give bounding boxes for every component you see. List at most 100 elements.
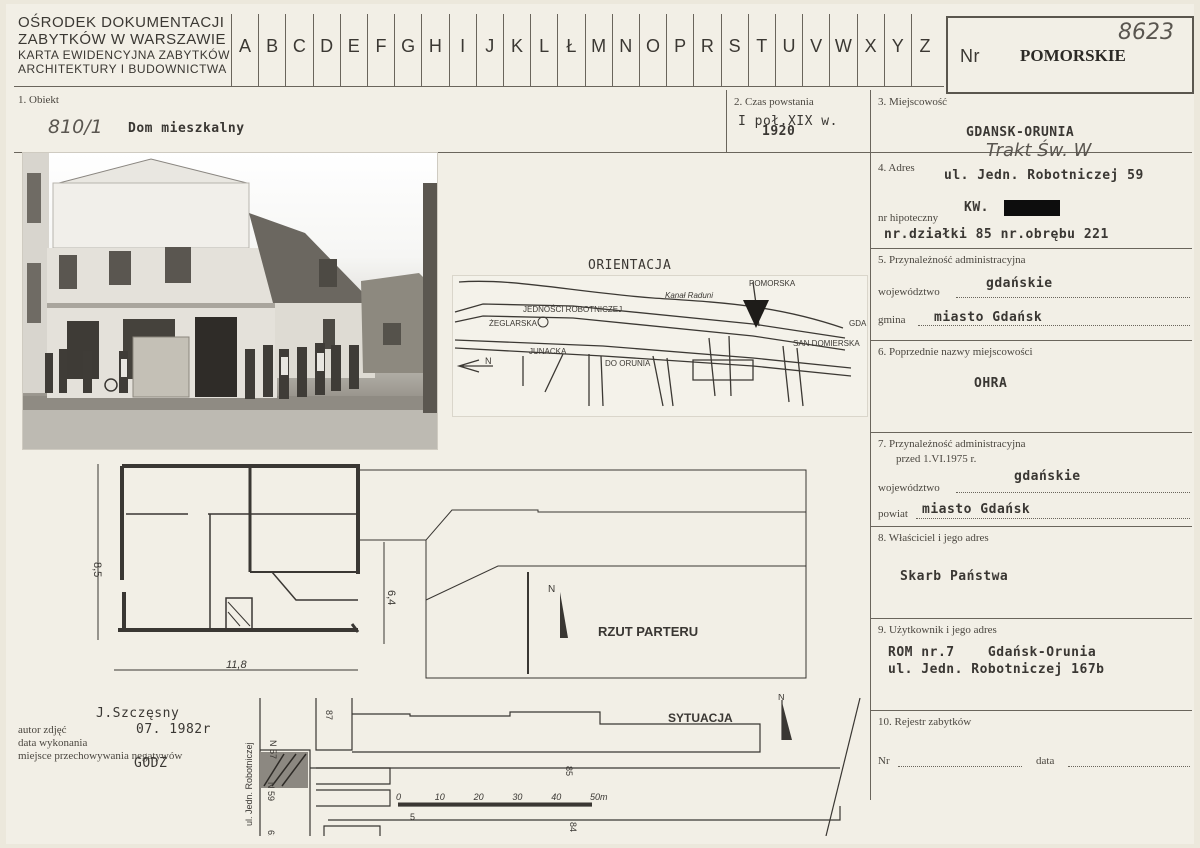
index-letter-24: Y — [891, 36, 904, 56]
index-letter-divider — [448, 14, 450, 86]
parcel-84: 84 — [568, 822, 578, 832]
wlasciciel-label: 8. Właściciel i jego adres — [878, 532, 989, 544]
index-letter-divider — [911, 14, 912, 86]
plan-title: RZUT PARTERU — [598, 624, 698, 639]
index-letter-divider — [312, 14, 314, 86]
wojewodztwo-value: gdańskie — [986, 276, 1053, 291]
poprzednie-label: 6. Poprzednie nazwy miejscowości — [878, 346, 1033, 358]
date-label: data wykonania — [18, 737, 88, 749]
index-letter-15: O — [645, 36, 660, 56]
index-letter-divider — [693, 14, 695, 86]
situation-plan-drawing: ul. Jedn. Robotniczej N 57 N 59 61 87 85… — [244, 692, 861, 840]
uzytkownik-line-1: ROM nr.7 Gdańsk-Orunia — [888, 645, 1097, 660]
index-letter-divider — [720, 14, 722, 86]
index-letter-21: V — [810, 36, 823, 56]
dzialka-value: nr.działki 85 nr.obrębu 221 — [884, 227, 1109, 242]
scale-tick-label: 10 — [435, 792, 445, 802]
index-letter-19: T — [756, 36, 768, 56]
map-street-sandomierska: SAN DOMIERSKA — [793, 339, 860, 348]
index-letter-12: Ł — [566, 36, 577, 56]
author-value: J.Szczęsny — [96, 706, 180, 721]
index-letter-23: X — [864, 36, 877, 56]
index-letter-3: D — [320, 36, 334, 56]
index-letter-25: Z — [919, 36, 931, 56]
card-number: 8623 — [1118, 20, 1174, 45]
miejscowosc-value: GDANSK-ORUNIA — [966, 125, 1075, 140]
rejestr-label: 10. Rejestr zabytków — [878, 716, 972, 728]
map-street-zeglarska: ŻEGLARSKA — [489, 319, 538, 328]
index-letter-10: K — [510, 36, 523, 56]
scale-tick-label: 30 — [512, 792, 522, 802]
przed-wojewodztwo-label: województwo — [878, 482, 940, 494]
plan-dim-width: 11,8 — [226, 659, 247, 671]
map-street-kanal: Kanał Raduni — [665, 291, 713, 300]
index-letter-9: J — [485, 36, 495, 56]
uzytkownik-label: 9. Użytkownik i jego adres — [878, 624, 997, 636]
institution-block: OŚRODEK DOKUMENTACJI ZABYTKÓW W WARSZAWI… — [18, 14, 230, 76]
parcel-59: N 59 — [266, 782, 276, 801]
wlasciciel-value: Skarb Państwa — [900, 569, 1009, 584]
situation-north: N — [778, 694, 785, 702]
przynaleznosc-label: 5. Przynależność administracyjna — [878, 254, 1026, 266]
index-letter-divider — [339, 14, 341, 86]
index-letter-divider — [475, 14, 477, 86]
index-letter-divider — [639, 14, 640, 86]
rejestr-data-label: data — [1036, 755, 1055, 767]
scale-tick-label: 20 — [473, 792, 484, 802]
place-value: GODZ — [134, 756, 168, 771]
map-title: ORIENTACJA — [588, 258, 672, 273]
index-letter-divider — [530, 14, 532, 86]
map-street-jednosci: JEDNOŚCI ROBOTNICZEJ — [523, 305, 622, 314]
index-letter-divider — [666, 14, 668, 86]
situation-title: SYTUACJA — [668, 711, 733, 725]
index-letter-7: H — [428, 36, 442, 56]
index-letter-8: I — [460, 36, 466, 56]
kw-label: KW. — [964, 200, 989, 215]
przed-wojewodztwo-value: gdańskie — [1014, 469, 1081, 484]
building-photo-drawing — [23, 153, 437, 449]
index-letter-divider — [367, 14, 368, 86]
map-street-orunia: DO ORUNIA — [605, 359, 651, 368]
institution-line-1: OŚRODEK DOKUMENTACJI — [18, 14, 225, 31]
poprzednie-value: OHRA — [974, 376, 1008, 391]
parcel-5: 5 — [410, 812, 415, 822]
index-letter-11: L — [539, 36, 550, 56]
author-label: autor zdjęć — [18, 724, 67, 736]
index-letter-1: B — [266, 36, 279, 56]
index-letter-divider — [231, 14, 232, 86]
index-letter-divider — [285, 14, 287, 86]
index-letter-5: F — [375, 36, 387, 56]
plan-dim-height: 8,5 — [91, 562, 103, 577]
region-box: Nr POMORSKIE 8623 — [946, 16, 1194, 94]
rejestr-nr-label: Nr — [878, 755, 890, 767]
map-street-junacka: JUNACKA — [529, 347, 567, 356]
index-letter-divider — [584, 14, 586, 86]
index-letter-divider — [802, 14, 804, 86]
powiat-value: miasto Gdańsk — [922, 502, 1031, 517]
wojewodztwo-label: województwo — [878, 286, 940, 298]
adres-label: 4. Adres — [878, 162, 915, 174]
adres-street: ul. Jedn. Robotniczej 59 — [944, 168, 1144, 183]
orientation-map-drawing: JEDNOŚCI ROBOTNICZEJ Kanał Raduni POMORS… — [454, 279, 883, 407]
index-letter-divider — [829, 14, 831, 86]
institution-line-4: ARCHITEKTURY I BUDOWNICTWA — [18, 62, 227, 76]
parcel-85: 85 — [564, 766, 574, 776]
index-letter-divider — [775, 14, 776, 86]
index-letter-20: U — [782, 36, 796, 56]
index-letter-divider — [503, 14, 504, 86]
scale-tick-label: 0 — [396, 792, 401, 802]
orientation-map: JEDNOŚCI ROBOTNICZEJ Kanał Raduni POMORS… — [452, 275, 883, 417]
uzytkownik-line-2: ul. Jedn. Robotniczej 167b — [888, 662, 1105, 677]
plan-north: N — [548, 584, 555, 595]
przed-label: 7. Przynależność administracyjna — [878, 438, 1026, 450]
region-value: POMORSKIE — [1020, 46, 1126, 65]
parcel-57: N 57 — [268, 740, 278, 759]
index-letter-divider — [747, 14, 749, 86]
date-value: 07. 1982r — [136, 722, 211, 737]
index-letter-4: E — [347, 36, 360, 56]
index-letter-divider — [421, 14, 423, 86]
index-letter-divider — [856, 14, 858, 86]
miejscowosc-label: 3. Miejscowość — [878, 96, 948, 108]
plan-dim-inner: 6,4 — [385, 590, 397, 605]
institution-line-2: ZABYTKÓW W WARSZAWIE — [18, 31, 227, 48]
